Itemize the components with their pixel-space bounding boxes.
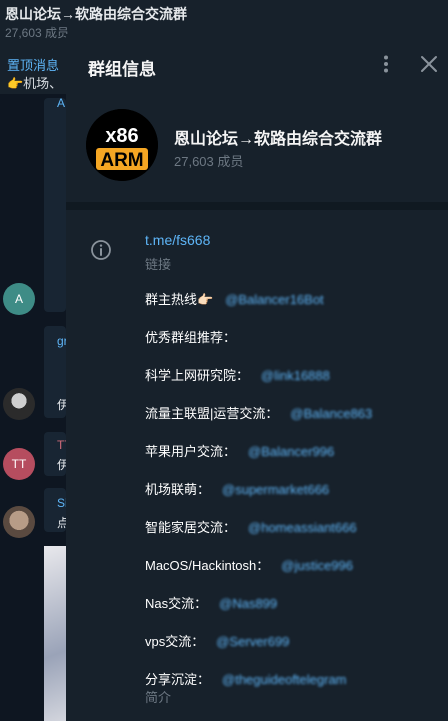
group-member-count[interactable]: 27,603 成员 bbox=[174, 151, 243, 170]
description-label: 科学上网研究院： bbox=[145, 368, 250, 383]
close-button[interactable] bbox=[418, 53, 440, 75]
avatar[interactable]: A bbox=[3, 283, 35, 315]
description-mention[interactable]: @link16888 bbox=[261, 357, 330, 395]
group-info-dialog: 群组信息 x86 ARM 恩山论坛→软路由综合交流群 27,603 成员 t.m… bbox=[66, 34, 448, 721]
chat-history[interactable]: A A gr 伊 TT 伊 TT Si 点 bbox=[0, 94, 66, 721]
pinned-message-bar[interactable]: 置顶消息 👉机场、 bbox=[0, 52, 66, 92]
description-label: 智能家居交流： bbox=[145, 520, 237, 535]
avatar[interactable] bbox=[3, 388, 35, 420]
description-label: 优秀群组推荐： bbox=[145, 330, 237, 345]
message-text: 伊 bbox=[57, 398, 66, 412]
description-mention[interactable]: @supermarket666 bbox=[222, 471, 329, 509]
dialog-title: 群组信息 bbox=[88, 60, 156, 79]
description-label: 苹果用户交流： bbox=[145, 444, 237, 459]
description-label: Nas交流： bbox=[145, 596, 208, 611]
description-label: MacOS/Hackintosh： bbox=[145, 558, 270, 573]
description-mention[interactable]: @Balancer996 bbox=[248, 433, 334, 471]
chat-member-count: 27,603 成员 bbox=[5, 26, 70, 40]
description-mention[interactable]: @Server699 bbox=[216, 623, 289, 661]
description-mention[interactable]: @theguideoftelegram bbox=[222, 661, 347, 699]
message-text: 伊 bbox=[57, 458, 66, 472]
description-label: 机场联萌： bbox=[145, 482, 211, 497]
chat-title[interactable]: 恩山论坛→软路由综合交流群 bbox=[5, 4, 187, 24]
close-icon bbox=[421, 56, 437, 72]
group-description: 群主热线👉🏻 @Balancer16Bot 优秀群组推荐： 科学上网研究院： @… bbox=[145, 281, 445, 699]
description-line: 优秀群组推荐： bbox=[145, 319, 445, 357]
message-sender: TT bbox=[57, 438, 66, 452]
logo-text-arm: ARM bbox=[100, 150, 143, 171]
group-info-section: t.me/fs668 链接 群主热线👉🏻 @Balancer16Bot 优秀群组… bbox=[66, 210, 448, 721]
message-sender: Si bbox=[57, 496, 66, 510]
description-mention[interactable]: @Balance863 bbox=[290, 395, 372, 433]
more-options-button[interactable] bbox=[375, 53, 397, 75]
pinned-message-text: 👉机场、 bbox=[7, 76, 63, 91]
link-caption: 链接 bbox=[145, 257, 172, 272]
description-line: vps交流： @Server699 bbox=[145, 623, 445, 661]
description-line: 群主热线👉🏻 @Balancer16Bot bbox=[145, 281, 445, 319]
section-divider bbox=[66, 202, 448, 210]
message-sender: gr bbox=[57, 334, 66, 348]
description-line: 智能家居交流： @homeassiant666 bbox=[145, 509, 445, 547]
photo-message[interactable] bbox=[44, 546, 66, 721]
group-profile: x86 ARM 恩山论坛→软路由综合交流群 27,603 成员 bbox=[66, 94, 448, 202]
description-mention[interactable]: @Nas899 bbox=[219, 585, 277, 623]
description-mention[interactable]: @justice996 bbox=[281, 547, 353, 585]
description-line: 苹果用户交流： @Balancer996 bbox=[145, 433, 445, 471]
group-link[interactable]: t.me/fs668 bbox=[145, 232, 210, 248]
group-name: 恩山论坛→软路由综合交流群 bbox=[174, 131, 383, 148]
avatar[interactable] bbox=[3, 506, 35, 538]
description-label: vps交流： bbox=[145, 634, 205, 649]
message-text: 点 bbox=[57, 516, 66, 530]
description-line: 流量主联盟|运营交流： @Balance863 bbox=[145, 395, 445, 433]
description-line: 分享沉淀： @theguideoftelegram bbox=[145, 661, 445, 699]
pinned-message-title: 置顶消息 bbox=[7, 58, 60, 73]
description-line: Nas交流： @Nas899 bbox=[145, 585, 445, 623]
description-line: 机场联萌： @supermarket666 bbox=[145, 471, 445, 509]
more-vertical-icon bbox=[384, 55, 388, 73]
group-avatar[interactable]: x86 ARM bbox=[86, 109, 158, 181]
description-caption: 简介 bbox=[145, 690, 172, 705]
description-label: 群主热线👉🏻 bbox=[145, 292, 214, 307]
logo-text-x86: x86 bbox=[105, 125, 138, 147]
info-icon bbox=[91, 240, 111, 260]
message-bubble[interactable] bbox=[44, 98, 66, 312]
message-sender: A bbox=[57, 96, 66, 110]
description-line: 科学上网研究院： @link16888 bbox=[145, 357, 445, 395]
dialog-header: 群组信息 bbox=[66, 34, 448, 94]
description-label: 流量主联盟|运营交流： bbox=[145, 406, 279, 421]
description-line: MacOS/Hackintosh： @justice996 bbox=[145, 547, 445, 585]
description-mention[interactable]: @Balancer16Bot bbox=[225, 281, 323, 319]
avatar[interactable]: TT bbox=[3, 448, 35, 480]
description-mention[interactable]: @homeassiant666 bbox=[248, 509, 357, 547]
